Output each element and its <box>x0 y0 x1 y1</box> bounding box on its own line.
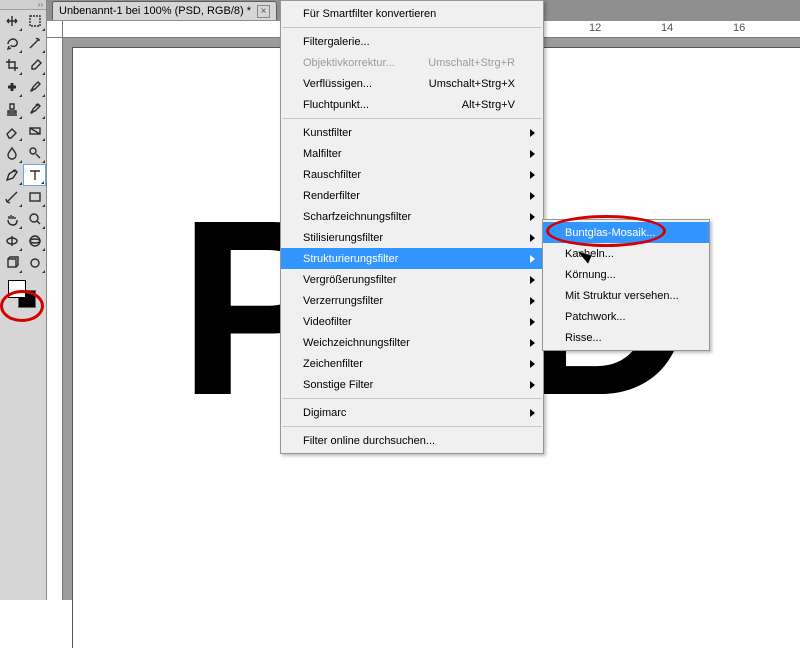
tool-pen[interactable] <box>0 164 23 186</box>
tool-gradient[interactable] <box>23 120 46 142</box>
menu-item-label: Stilisierungsfilter <box>303 232 383 244</box>
tool-eraser[interactable] <box>0 120 23 142</box>
toolbox-header[interactable]: ›› <box>0 0 46 10</box>
foreground-swatch[interactable] <box>8 280 26 298</box>
filter-menu-item[interactable]: Strukturierungsfilter <box>281 248 543 269</box>
ruler-vertical[interactable] <box>47 38 63 600</box>
tool-move[interactable] <box>0 10 23 32</box>
close-icon[interactable]: × <box>257 5 270 18</box>
filter-menu-item[interactable]: Scharfzeichnungsfilter <box>281 206 543 227</box>
tool-heal[interactable] <box>0 76 23 98</box>
tool-rect[interactable] <box>23 186 46 208</box>
filter-menu-item[interactable]: Kunstfilter <box>281 122 543 143</box>
filter-menu-item[interactable]: Verzerrungsfilter <box>281 290 543 311</box>
filter-menu-item[interactable]: Digimarc <box>281 402 543 423</box>
tool-3dorbit[interactable] <box>23 230 46 252</box>
menu-item-label: Vergrößerungsfilter <box>303 274 397 286</box>
menu-item-label: Strukturierungsfilter <box>303 253 398 265</box>
filter-menu-item[interactable]: Videofilter <box>281 311 543 332</box>
filter-submenu-item[interactable]: Kacheln... <box>543 243 709 264</box>
menu-item-label: Mit Struktur versehen... <box>565 290 679 302</box>
menu-item-label: Digimarc <box>303 407 346 419</box>
tool-edit3d[interactable] <box>0 252 23 274</box>
filter-menu-item[interactable]: Filtergalerie... <box>281 31 543 52</box>
ruler-mark: 12 <box>589 22 601 34</box>
filter-menu-item[interactable]: Renderfilter <box>281 185 543 206</box>
tool-path[interactable] <box>0 186 23 208</box>
menu-item-label: Zeichenfilter <box>303 358 363 370</box>
tool-zoom[interactable] <box>23 208 46 230</box>
tool-crop[interactable] <box>0 54 23 76</box>
menu-item-shortcut: Umschalt+Strg+R <box>428 57 515 69</box>
tool-eyedropper[interactable] <box>23 54 46 76</box>
ruler-mark: 16 <box>733 22 745 34</box>
filter-menu-item[interactable]: Filter online durchsuchen... <box>281 430 543 451</box>
menu-item-label: Patchwork... <box>565 311 626 323</box>
filter-menu-item[interactable]: Stilisierungsfilter <box>281 227 543 248</box>
menu-item-label: Verflüssigen... <box>303 78 372 90</box>
tool-history[interactable] <box>23 98 46 120</box>
tool-brush[interactable] <box>23 76 46 98</box>
filter-menu-item[interactable]: Weichzeichnungsfilter <box>281 332 543 353</box>
tool-lasso[interactable] <box>0 32 23 54</box>
filter-submenu-item[interactable]: Risse... <box>543 327 709 348</box>
filter-menu: Für Smartfilter konvertieren Filtergaleri… <box>280 0 544 454</box>
tool-3drotate[interactable] <box>0 230 23 252</box>
tool-type[interactable] <box>23 164 46 186</box>
menu-item-label: Malfilter <box>303 148 342 160</box>
document-tab[interactable]: Unbenannt-1 bei 100% (PSD, RGB/8) * × <box>52 1 277 20</box>
tool-wand[interactable] <box>23 32 46 54</box>
filter-menu-item[interactable]: Verflüssigen... Umschalt+Strg+X <box>281 73 543 94</box>
menu-item-label: Filter online durchsuchen... <box>303 435 435 447</box>
menu-item-label: Fluchtpunkt... <box>303 99 369 111</box>
tool-stamp[interactable] <box>0 98 23 120</box>
menu-item-label: Objektivkorrektur... <box>303 57 395 69</box>
menu-item-label: Rauschfilter <box>303 169 361 181</box>
menu-item-label: Risse... <box>565 332 602 344</box>
menu-item-shortcut: Umschalt+Strg+X <box>429 78 515 90</box>
menu-item-label: Für Smartfilter konvertieren <box>303 8 436 20</box>
filter-menu-item[interactable]: Sonstige Filter <box>281 374 543 395</box>
tool-blur[interactable] <box>0 142 23 164</box>
tool-marquee[interactable] <box>23 10 46 32</box>
filter-submenu-item[interactable]: Patchwork... <box>543 306 709 327</box>
filter-menu-item[interactable]: Fluchtpunkt... Alt+Strg+V <box>281 94 543 115</box>
filter-submenu-item[interactable]: Mit Struktur versehen... <box>543 285 709 306</box>
tool-hand[interactable] <box>0 208 23 230</box>
toolbox: ›› <box>0 0 47 600</box>
menu-item-label: Kunstfilter <box>303 127 352 139</box>
filter-menu-item[interactable]: Objektivkorrektur... Umschalt+Strg+R <box>281 52 543 73</box>
filter-submenu: Buntglas-Mosaik... Kacheln... Körnung... Mi… <box>542 219 710 351</box>
filter-menu-item[interactable]: Zeichenfilter <box>281 353 543 374</box>
ruler-origin[interactable] <box>47 21 63 38</box>
filter-submenu-item[interactable]: Körnung... <box>543 264 709 285</box>
color-swatches[interactable] <box>4 280 42 316</box>
ruler-mark: 14 <box>661 22 673 34</box>
tool-colorpick[interactable] <box>23 252 46 274</box>
menu-item-label: Weichzeichnungsfilter <box>303 337 410 349</box>
menu-item-shortcut: Alt+Strg+V <box>462 99 515 111</box>
filter-menu-item[interactable]: Malfilter <box>281 143 543 164</box>
tool-dodge[interactable] <box>23 142 46 164</box>
menu-item-label: Körnung... <box>565 269 616 281</box>
menu-item-label: Sonstige Filter <box>303 379 373 391</box>
menu-item-label: Renderfilter <box>303 190 360 202</box>
menu-item-label: Scharfzeichnungsfilter <box>303 211 411 223</box>
menu-item-label: Buntglas-Mosaik... <box>565 227 655 239</box>
document-tab-title: Unbenannt-1 bei 100% (PSD, RGB/8) * <box>59 5 251 17</box>
filter-submenu-item[interactable]: Buntglas-Mosaik... <box>543 222 709 243</box>
filter-menu-item[interactable]: Rauschfilter <box>281 164 543 185</box>
menu-item-label: Filtergalerie... <box>303 36 370 48</box>
filter-menu-item[interactable]: Für Smartfilter konvertieren <box>281 3 543 24</box>
menu-item-label: Verzerrungsfilter <box>303 295 383 307</box>
menu-item-label: Videofilter <box>303 316 352 328</box>
filter-menu-item[interactable]: Vergrößerungsfilter <box>281 269 543 290</box>
